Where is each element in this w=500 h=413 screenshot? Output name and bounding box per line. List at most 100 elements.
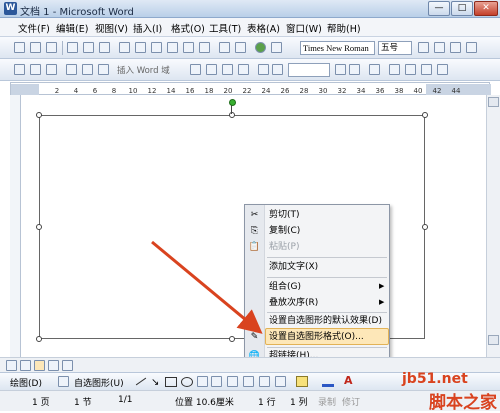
text-box-icon[interactable] bbox=[197, 376, 208, 387]
resize-handle-top-left[interactable] bbox=[36, 112, 42, 118]
next-record-icon[interactable] bbox=[335, 64, 346, 75]
wordart-icon[interactable] bbox=[227, 376, 238, 387]
normal-view-icon[interactable] bbox=[6, 360, 17, 371]
menu-tools[interactable]: 工具(T) bbox=[209, 21, 241, 35]
bold-icon[interactable] bbox=[418, 42, 429, 53]
vertical-ruler[interactable] bbox=[10, 95, 21, 357]
cut-icon[interactable] bbox=[151, 42, 162, 53]
menu-item-cut[interactable]: 剪切(T) bbox=[265, 207, 390, 223]
font-name-select[interactable]: Times New Roman bbox=[300, 41, 375, 55]
clip-art-icon[interactable] bbox=[259, 376, 270, 387]
view-merged-data-icon[interactable] bbox=[190, 64, 201, 75]
status-record[interactable]: 录制 bbox=[318, 395, 336, 408]
tables-borders-icon[interactable] bbox=[271, 42, 282, 53]
web-layout-view-icon[interactable] bbox=[20, 360, 31, 371]
menu-format[interactable]: 格式(O) bbox=[171, 21, 205, 35]
menu-item-add-text[interactable]: 添加文字(X) bbox=[265, 259, 390, 275]
font-size-select[interactable]: 五号 bbox=[378, 41, 412, 55]
vertical-scrollbar[interactable] bbox=[486, 95, 500, 357]
highlight-fields-icon[interactable] bbox=[206, 64, 217, 75]
menu-table[interactable]: 表格(A) bbox=[247, 21, 280, 35]
diagram-icon[interactable] bbox=[243, 376, 254, 387]
horizontal-ruler[interactable]: 2 4 6 8 10 12 14 16 18 20 22 24 26 28 30 32 34 36 38 40 42 44 bbox=[10, 82, 491, 95]
menu-view[interactable]: 视图(V) bbox=[95, 21, 128, 35]
last-record-icon[interactable] bbox=[349, 64, 360, 75]
format-painter-icon[interactable] bbox=[199, 42, 210, 53]
minimize-button[interactable]: — bbox=[428, 1, 450, 16]
insert-word-field-button[interactable]: 插入 Word 域 bbox=[117, 64, 170, 76]
line-color-icon[interactable] bbox=[322, 376, 334, 387]
scroll-down-arrow[interactable] bbox=[488, 335, 499, 345]
hyperlink-icon[interactable] bbox=[255, 42, 266, 53]
resize-handle-bottom-left[interactable] bbox=[36, 336, 42, 342]
outline-view-icon[interactable] bbox=[48, 360, 59, 371]
line-tool-icon[interactable] bbox=[135, 377, 147, 386]
close-button[interactable]: ✕ bbox=[474, 1, 498, 16]
resize-handle-top-right[interactable] bbox=[422, 112, 428, 118]
menu-item-order[interactable]: 叠放次序(R) bbox=[265, 295, 390, 311]
menu-edit[interactable]: 编辑(E) bbox=[56, 21, 88, 35]
autoshapes-menu-button[interactable]: 自选图形(U) bbox=[74, 376, 124, 389]
fill-color-icon[interactable] bbox=[296, 376, 308, 387]
propagate-labels-icon[interactable] bbox=[238, 64, 249, 75]
merge-to-email-icon[interactable] bbox=[421, 64, 432, 75]
match-fields-icon[interactable] bbox=[222, 64, 233, 75]
reading-layout-view-icon[interactable] bbox=[62, 360, 73, 371]
mail-merge-recipients-icon[interactable] bbox=[46, 64, 57, 75]
open-data-source-icon[interactable] bbox=[30, 64, 41, 75]
insert-address-block-icon[interactable] bbox=[66, 64, 77, 75]
select-objects-icon[interactable] bbox=[58, 376, 69, 387]
vertical-text-box-icon[interactable] bbox=[211, 376, 222, 387]
print-icon[interactable] bbox=[83, 42, 94, 53]
arrow-tool-icon[interactable]: ↘ bbox=[151, 377, 159, 388]
oval-tool-icon[interactable] bbox=[181, 377, 193, 387]
research-icon[interactable] bbox=[135, 42, 146, 53]
insert-picture-icon[interactable] bbox=[275, 376, 286, 387]
copy-icon[interactable] bbox=[167, 42, 178, 53]
find-entry-icon[interactable] bbox=[369, 64, 380, 75]
spelling-icon[interactable] bbox=[119, 42, 130, 53]
font-color-icon[interactable]: A bbox=[344, 374, 353, 387]
resize-handle-top[interactable] bbox=[229, 112, 235, 118]
print-layout-view-icon[interactable] bbox=[34, 360, 45, 371]
insert-merge-fields-icon[interactable] bbox=[98, 64, 109, 75]
menu-file[interactable]: 文件(F) bbox=[18, 21, 50, 35]
resize-handle-left[interactable] bbox=[36, 224, 42, 230]
menu-item-copy[interactable]: 复制(C) bbox=[265, 223, 390, 239]
paste-icon[interactable] bbox=[183, 42, 194, 53]
menu-item-paste[interactable]: 粘贴(P) bbox=[265, 239, 390, 255]
redo-icon[interactable] bbox=[235, 42, 246, 53]
italic-icon[interactable] bbox=[434, 42, 445, 53]
print-preview-icon[interactable] bbox=[99, 42, 110, 53]
ruler-tick-label: 44 bbox=[452, 87, 461, 95]
scroll-up-arrow[interactable] bbox=[488, 97, 499, 107]
underline-icon[interactable] bbox=[450, 42, 461, 53]
main-document-setup-icon[interactable] bbox=[14, 64, 25, 75]
menu-window[interactable]: 窗口(W) bbox=[286, 21, 322, 35]
go-to-record-input[interactable] bbox=[288, 63, 330, 77]
first-record-icon[interactable] bbox=[258, 64, 269, 75]
save-icon[interactable] bbox=[46, 42, 57, 53]
rectangle-tool-icon[interactable] bbox=[165, 377, 177, 387]
merge-to-printer-icon[interactable] bbox=[405, 64, 416, 75]
menu-item-format-autoshape[interactable]: 设置自选图形格式(O)... bbox=[265, 329, 390, 345]
permission-icon[interactable] bbox=[67, 42, 78, 53]
menu-item-group[interactable]: 组合(G) bbox=[265, 279, 390, 295]
open-icon[interactable] bbox=[30, 42, 41, 53]
merge-to-fax-icon[interactable] bbox=[437, 64, 448, 75]
menu-insert[interactable]: 插入(I) bbox=[133, 21, 162, 35]
align-left-icon[interactable] bbox=[466, 42, 477, 53]
rotation-handle[interactable] bbox=[229, 99, 236, 106]
undo-icon[interactable] bbox=[219, 42, 230, 53]
previous-record-icon[interactable] bbox=[272, 64, 283, 75]
menu-item-set-autoshape-defaults[interactable]: 设置自选图形的默认效果(D) bbox=[265, 313, 390, 329]
status-revise[interactable]: 修订 bbox=[342, 395, 360, 408]
resize-handle-right[interactable] bbox=[422, 224, 428, 230]
new-document-icon[interactable] bbox=[14, 42, 25, 53]
draw-menu-button[interactable]: 绘图(D) bbox=[10, 376, 42, 389]
maximize-button[interactable]: □ bbox=[451, 1, 473, 16]
merge-to-new-document-icon[interactable] bbox=[389, 64, 400, 75]
insert-greeting-line-icon[interactable] bbox=[82, 64, 93, 75]
menu-help[interactable]: 帮助(H) bbox=[327, 21, 361, 35]
resize-handle-bottom[interactable] bbox=[229, 336, 235, 342]
